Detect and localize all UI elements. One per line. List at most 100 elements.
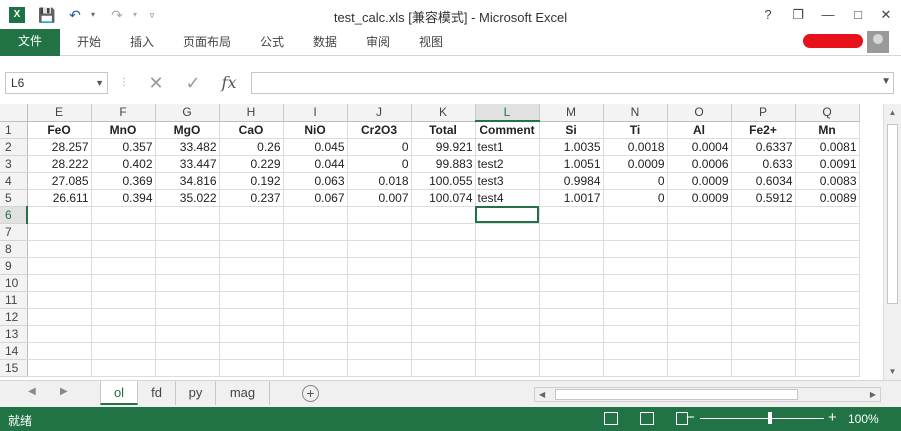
cell-k10[interactable] [411,274,476,292]
cell-k11[interactable] [411,291,476,309]
cell-k15[interactable] [411,359,476,377]
cell-m15[interactable] [539,359,604,377]
prev-sheet-icon[interactable]: ◀ [28,386,36,397]
cell-table[interactable]: EFGHIJKLMNOPQ 1 FeO MnO MgO CaO NiO Cr2O3 Total… [0,104,860,377]
hscroll-thumb[interactable] [555,389,798,400]
cell-k6[interactable] [411,206,476,224]
cell-g11[interactable] [155,291,220,309]
cell-j11[interactable] [347,291,412,309]
row-header[interactable]: 11 [0,291,28,309]
scroll-left-icon[interactable]: ◀ [539,388,545,401]
cell-g7[interactable] [155,223,220,241]
cell-i13[interactable] [283,325,348,343]
row-header[interactable]: 5 [0,189,28,207]
cell-f13[interactable] [91,325,156,343]
cell-q8[interactable] [795,240,860,258]
cell-o13[interactable] [667,325,732,343]
column-header-k[interactable]: K [411,104,476,122]
cell-g3[interactable]: 33.447 [155,155,220,173]
cell-e6[interactable] [27,206,92,224]
cell-q10[interactable] [795,274,860,292]
cell-o7[interactable] [667,223,732,241]
cell-q9[interactable] [795,257,860,275]
row-header[interactable]: 3 [0,155,28,173]
cell-l6[interactable] [475,206,540,224]
cell-k14[interactable] [411,342,476,360]
cell-q15[interactable] [795,359,860,377]
insert-function-button[interactable]: fx [215,72,243,94]
cell-k2[interactable]: 99.921 [411,138,476,156]
cell-e1[interactable]: FeO [27,121,92,139]
cell-h3[interactable]: 0.229 [219,155,284,173]
cell-i8[interactable] [283,240,348,258]
select-all-corner[interactable] [0,104,28,122]
cell-i11[interactable] [283,291,348,309]
cell-f15[interactable] [91,359,156,377]
cell-m12[interactable] [539,308,604,326]
cell-f12[interactable] [91,308,156,326]
cell-h10[interactable] [219,274,284,292]
avatar[interactable] [867,31,889,53]
cell-q11[interactable] [795,291,860,309]
cell-l13[interactable] [475,325,540,343]
row-header[interactable]: 15 [0,359,28,377]
cell-n9[interactable] [603,257,668,275]
cell-o15[interactable] [667,359,732,377]
cell-m1[interactable]: Si [539,121,604,139]
cell-f8[interactable] [91,240,156,258]
zoom-slider[interactable] [700,418,824,419]
cell-e4[interactable]: 27.085 [27,172,92,190]
cell-i1[interactable]: NiO [283,121,348,139]
cell-g5[interactable]: 35.022 [155,189,220,207]
row-header[interactable]: 4 [0,172,28,190]
minimize-button[interactable]: — [818,5,838,25]
cell-j14[interactable] [347,342,412,360]
column-header-n[interactable]: N [603,104,668,122]
cell-m9[interactable] [539,257,604,275]
cell-j4[interactable]: 0.018 [347,172,412,190]
cell-j1[interactable]: Cr2O3 [347,121,412,139]
cell-i9[interactable] [283,257,348,275]
cell-h5[interactable]: 0.237 [219,189,284,207]
column-header-l[interactable]: L [475,104,540,122]
cell-i14[interactable] [283,342,348,360]
cell-o2[interactable]: 0.0004 [667,138,732,156]
cell-o8[interactable] [667,240,732,258]
cell-e8[interactable] [27,240,92,258]
enter-icon[interactable]: ✓ [180,72,206,94]
cell-l5[interactable]: test4 [475,189,540,207]
cell-i4[interactable]: 0.063 [283,172,348,190]
cell-p11[interactable] [731,291,796,309]
cell-o5[interactable]: 0.0009 [667,189,732,207]
cell-l10[interactable] [475,274,540,292]
column-header-q[interactable]: Q [795,104,860,122]
tab-view[interactable]: 视图 [419,33,443,50]
cell-i3[interactable]: 0.044 [283,155,348,173]
cell-q5[interactable]: 0.0089 [795,189,860,207]
cell-m7[interactable] [539,223,604,241]
cell-p15[interactable] [731,359,796,377]
cell-h1[interactable]: CaO [219,121,284,139]
horizontal-scrollbar[interactable]: ◀ ▶ [534,387,881,402]
cell-p6[interactable] [731,206,796,224]
cell-n11[interactable] [603,291,668,309]
cell-j15[interactable] [347,359,412,377]
cell-p3[interactable]: 0.633 [731,155,796,173]
cell-o4[interactable]: 0.0009 [667,172,732,190]
maximize-button[interactable]: □ [848,5,868,25]
cell-o3[interactable]: 0.0006 [667,155,732,173]
cell-p2[interactable]: 0.6337 [731,138,796,156]
cell-n4[interactable]: 0 [603,172,668,190]
cell-i12[interactable] [283,308,348,326]
zoom-in-button[interactable]: + [828,409,837,426]
sheet-tab-ol[interactable]: ol [100,381,138,405]
cell-j6[interactable] [347,206,412,224]
cell-k9[interactable] [411,257,476,275]
cell-m5[interactable]: 1.0017 [539,189,604,207]
close-button[interactable]: ✕ [876,5,896,25]
cancel-icon[interactable]: ✕ [143,72,169,94]
cell-g9[interactable] [155,257,220,275]
cell-h9[interactable] [219,257,284,275]
help-button[interactable]: ? [758,5,778,25]
cell-n6[interactable] [603,206,668,224]
